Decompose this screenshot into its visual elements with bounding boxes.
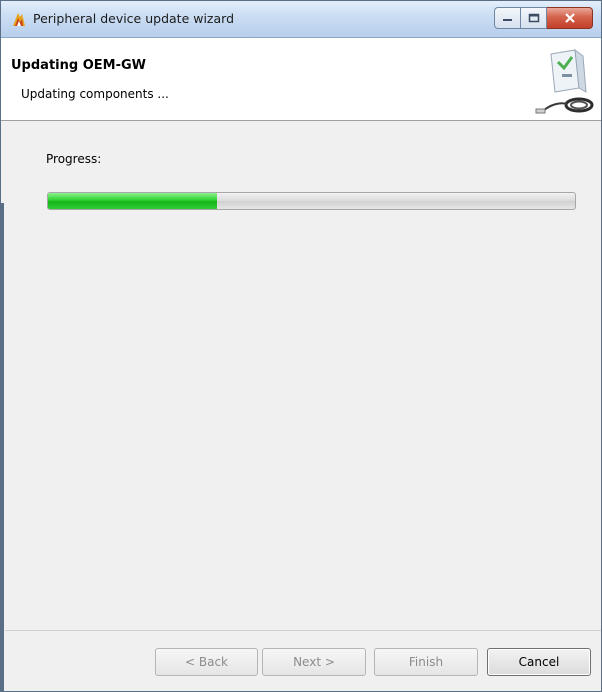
wizard-header: Updating OEM-GW Updating components ... [1,38,601,121]
back-button[interactable]: < Back [155,648,258,676]
left-edge-shadow [1,203,4,691]
progress-fill [48,193,217,209]
title-bar[interactable]: Peripheral device update wizard [1,1,601,38]
device-gateway-icon [535,48,594,114]
wizard-window: Peripheral device update wizard Updating… [0,0,602,692]
window-title: Peripheral device update wizard [33,11,235,26]
minimize-icon [502,19,512,21]
maximize-button[interactable] [521,7,547,29]
caption-buttons [494,7,593,29]
wizard-flame-icon [13,13,25,26]
maximize-icon [528,13,539,23]
close-button[interactable] [547,7,593,29]
progress-bar [47,192,576,210]
page-title: Updating OEM-GW [11,58,146,73]
close-icon [564,13,575,23]
cancel-button[interactable]: Cancel [487,648,591,676]
minimize-button[interactable] [494,7,521,29]
progress-label: Progress: [46,152,102,166]
footer-divider [5,630,601,631]
page-subtitle: Updating components ... [21,87,169,101]
finish-button[interactable]: Finish [374,648,478,676]
next-button[interactable]: Next > [262,648,366,676]
